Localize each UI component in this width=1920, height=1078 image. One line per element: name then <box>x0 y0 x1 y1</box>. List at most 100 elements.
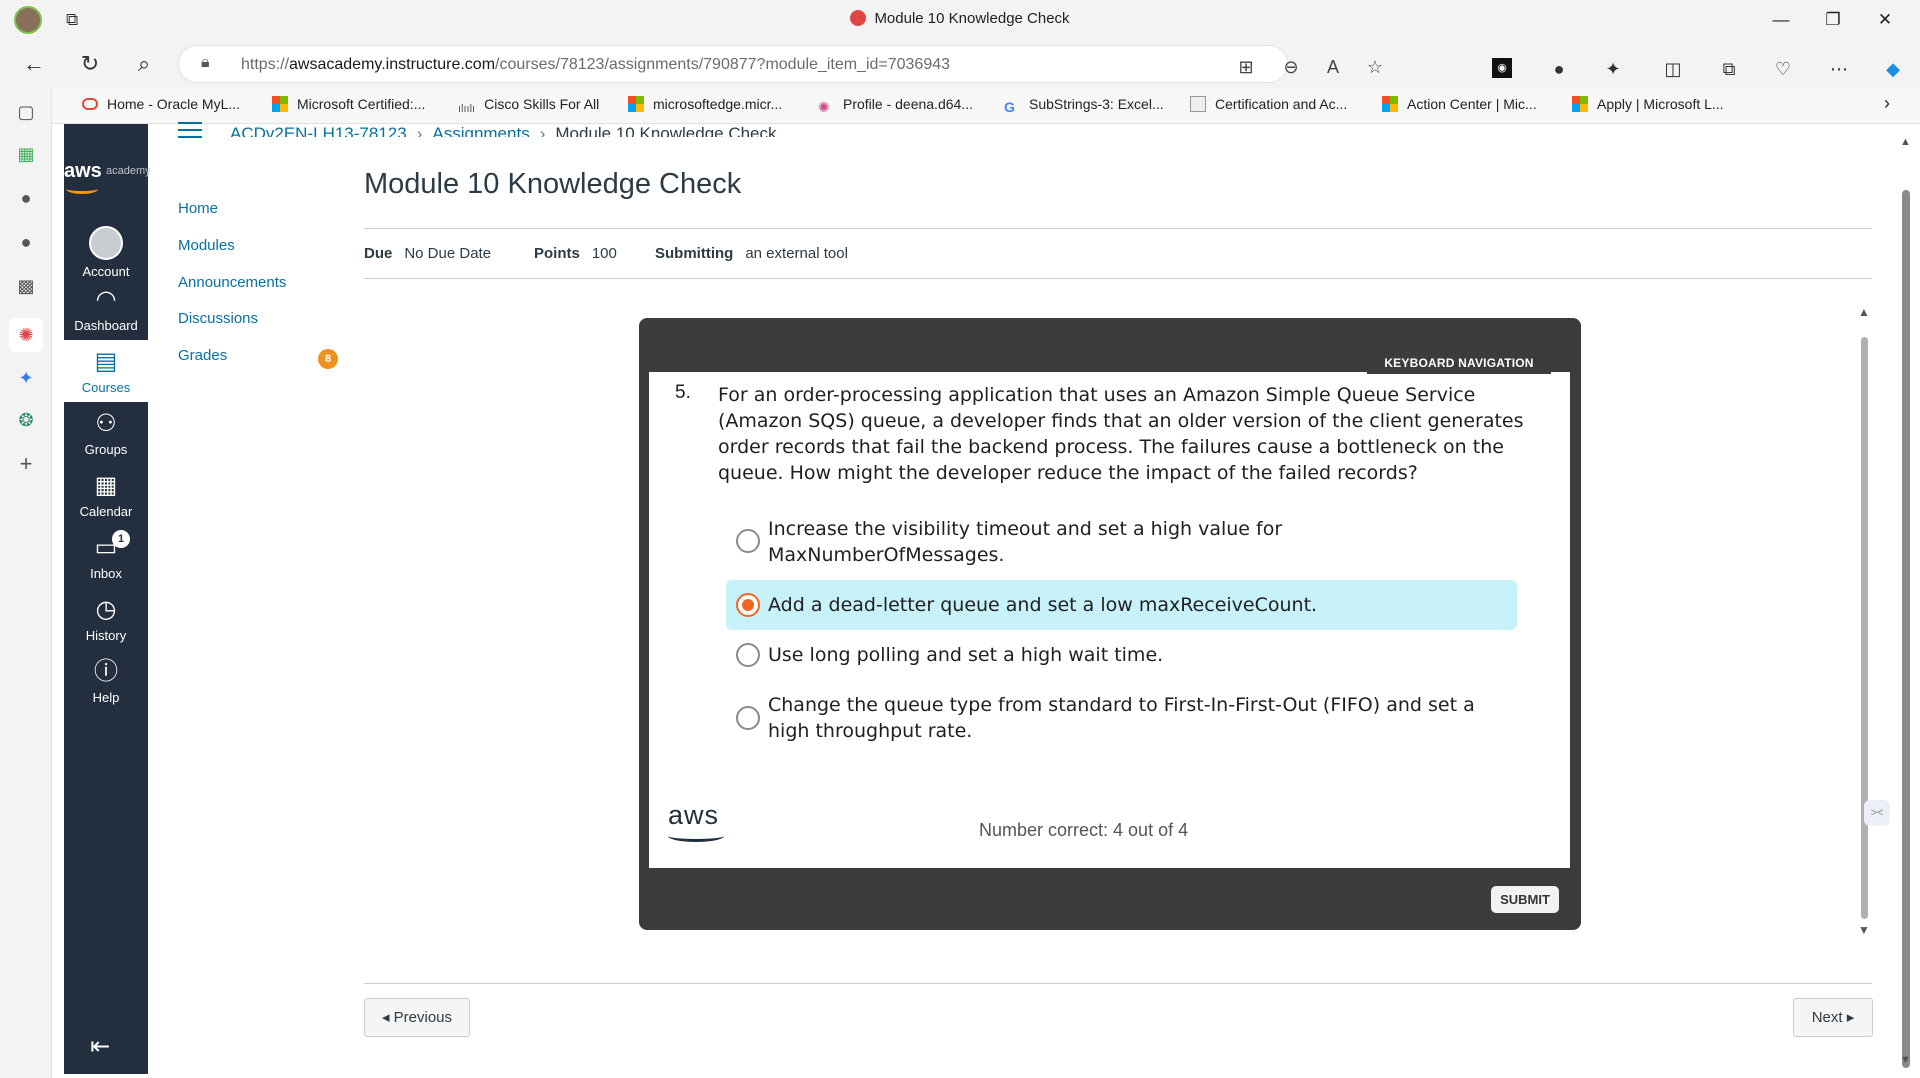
split-screen-icon[interactable]: ◫ <box>1660 56 1686 82</box>
global-nav-help[interactable]: ⓘ Help <box>64 650 148 712</box>
cookie-extension-icon[interactable]: ● <box>1546 56 1572 82</box>
search-icon[interactable]: ⌕ <box>128 48 160 80</box>
course-nav-grades[interactable]: Grades <box>178 347 227 364</box>
close-window-icon[interactable]: ✕ <box>1862 6 1908 34</box>
bookmarks-more-chevron-icon[interactable]: › <box>1884 93 1890 114</box>
aws-academy-logo[interactable]: aws academy <box>64 154 151 210</box>
next-button[interactable]: Next ▸ <box>1793 998 1873 1037</box>
page-scroll-thumb[interactable] <box>1902 190 1910 1068</box>
bookmark-oracle[interactable]: Home - Oracle MyL... <box>82 96 240 112</box>
floating-assistant-icon[interactable]: >< <box>1864 800 1890 826</box>
app-available-icon[interactable]: ⊞ <box>1234 55 1258 79</box>
points-meta: Points 100 <box>534 245 617 262</box>
calendar-label: Calendar <box>79 504 133 519</box>
browser-titlebar: ⧉ Module 10 Knowledge Check — ❐ ✕ <box>0 0 1920 40</box>
due-meta: Due No Due Date <box>364 245 491 262</box>
answer-radio-2[interactable] <box>736 593 760 617</box>
global-nav-history[interactable]: ◷ History <box>64 588 148 650</box>
submit-button[interactable]: SUBMIT <box>1491 886 1559 913</box>
scroll-thumb[interactable] <box>1861 337 1868 919</box>
answer-option-3[interactable]: Use long polling and set a high wait tim… <box>726 632 1517 678</box>
bookmark-certification[interactable]: Certification and Ac... <box>1190 96 1347 112</box>
global-nav-courses[interactable]: ▤ Courses <box>64 340 148 402</box>
course-menu-hamburger-icon[interactable] <box>178 122 202 140</box>
answer-text-4: Change the queue type from standard to F… <box>768 694 1475 742</box>
global-nav-account[interactable]: Account <box>64 216 148 279</box>
page-scroll-down-icon[interactable]: ▼ <box>1900 1054 1911 1066</box>
bookmark-profile[interactable]: ✺ Profile - deena.d64... <box>818 96 973 115</box>
answer-radio-1[interactable] <box>736 529 760 553</box>
course-nav-announcements[interactable]: Announcements <box>178 274 286 291</box>
course-nav-modules[interactable]: Modules <box>178 237 235 254</box>
breadcrumb-assignments-link[interactable]: Assignments <box>432 124 529 137</box>
scroll-up-arrow-icon[interactable]: ▲ <box>1858 305 1870 319</box>
maximize-icon[interactable]: ❐ <box>1810 6 1856 34</box>
dashboard-label: Dashboard <box>74 318 138 333</box>
more-menu-icon[interactable]: ⋯ <box>1826 56 1852 82</box>
global-nav-dashboard[interactable]: ◠ Dashboard <box>64 278 148 340</box>
read-aloud-icon[interactable]: A <box>1321 55 1345 79</box>
github-icon-2[interactable]: ● <box>14 230 38 254</box>
url-bar[interactable]: 🔒︎ https://awsacademy.instructure.com/co… <box>178 45 1383 83</box>
chatgpt-icon[interactable]: ❂ <box>14 408 38 432</box>
refresh-icon[interactable]: ↻ <box>74 48 106 80</box>
url-text[interactable]: https://awsacademy.instructure.com/cours… <box>241 56 950 74</box>
collections-icon[interactable]: ⧉ <box>1716 56 1742 82</box>
canvas-app-icon[interactable]: ✺ <box>9 318 43 352</box>
extension-dark-icon[interactable]: ◉ <box>1492 58 1512 78</box>
history-label: History <box>85 628 127 643</box>
grades-count-badge: 8 <box>318 349 338 369</box>
copilot-sidebar-icon[interactable]: ✦ <box>14 366 38 390</box>
sheets-app-icon[interactable]: ▦ <box>14 142 38 166</box>
browser-essentials-icon[interactable]: ♡ <box>1770 56 1796 82</box>
groups-people-icon: ⚇ <box>95 410 117 437</box>
copilot-icon[interactable]: ◆ <box>1880 56 1906 82</box>
points-value: 100 <box>591 245 617 262</box>
extensions-puzzle-icon[interactable]: ✦ <box>1600 56 1626 82</box>
answer-radio-3[interactable] <box>736 643 760 667</box>
github-icon[interactable]: ● <box>14 186 38 210</box>
global-nav-calendar[interactable]: ▦ Calendar <box>64 464 148 526</box>
page-scrollbar[interactable]: ▲ ▼ <box>1898 124 1912 1078</box>
scroll-down-arrow-icon[interactable]: ▼ <box>1858 923 1870 937</box>
aws-footer-logo-text: aws <box>668 800 720 830</box>
favorite-star-icon[interactable]: ☆ <box>1363 55 1387 79</box>
aws-footer-logo: aws <box>666 800 726 844</box>
minimize-icon[interactable]: — <box>1758 6 1804 34</box>
previous-button[interactable]: ◂ Previous <box>364 998 470 1037</box>
bookmark-action-center[interactable]: Action Center | Mic... <box>1382 96 1537 112</box>
dashboard-gauge-icon: ◠ <box>95 286 117 313</box>
breadcrumb-course-link[interactable]: ACDv2EN-LH13-78123 <box>230 124 407 137</box>
bookmark-cisco[interactable]: ılıılı Cisco Skills For All <box>458 96 599 119</box>
bookmark-substrings[interactable]: G SubStrings-3: Excel... <box>1004 96 1164 115</box>
app-grid-icon[interactable]: ▩ <box>14 274 38 298</box>
add-app-icon[interactable]: + <box>14 452 38 476</box>
bookmark-microsoft-certified[interactable]: Microsoft Certified:... <box>272 96 425 112</box>
address-toolbar: ← ↻ ⌕ 🔒︎ https://awsacademy.instructure.… <box>0 40 1920 88</box>
bookmark-apply-microsoft[interactable]: Apply | Microsoft L... <box>1572 96 1724 112</box>
global-nav-inbox[interactable]: ▭ 1 Inbox <box>64 526 148 588</box>
page-title: Module 10 Knowledge Check <box>364 168 742 200</box>
answer-radio-4[interactable] <box>736 706 760 730</box>
keyboard-navigation-button[interactable]: KEYBOARD NAVIGATION <box>1367 352 1551 374</box>
course-nav-discussions[interactable]: Discussions <box>178 310 258 327</box>
back-icon[interactable]: ← <box>18 48 50 80</box>
tab-pane-icon[interactable]: ▢ <box>14 100 38 124</box>
course-nav-home[interactable]: Home <box>178 200 218 217</box>
breadcrumb-separator: › <box>416 124 423 137</box>
answer-option-4[interactable]: Change the queue type from standard to F… <box>726 688 1517 748</box>
microsoft-icon <box>1572 96 1588 112</box>
zoom-icon[interactable]: ⊖ <box>1279 55 1303 79</box>
global-nav-groups[interactable]: ⚇ Groups <box>64 402 148 464</box>
submitting-meta: Submitting an external tool <box>655 245 848 262</box>
answer-option-1[interactable]: Increase the visibility timeout and set … <box>726 512 1517 570</box>
question-number: 5. <box>675 382 691 403</box>
quiz-scrollbar[interactable]: ▲ ▼ <box>1858 305 1870 937</box>
help-question-icon: ⓘ <box>94 658 118 685</box>
bookmark-microsoftedge[interactable]: microsoftedge.micr... <box>628 96 782 112</box>
lock-icon[interactable]: 🔒︎ <box>201 54 210 72</box>
answer-option-2[interactable]: Add a dead-letter queue and set a low ma… <box>726 580 1517 630</box>
page-scroll-up-icon[interactable]: ▲ <box>1900 136 1911 148</box>
collapse-nav-icon[interactable]: ⇤ <box>90 1032 110 1061</box>
account-avatar-icon <box>89 226 123 260</box>
